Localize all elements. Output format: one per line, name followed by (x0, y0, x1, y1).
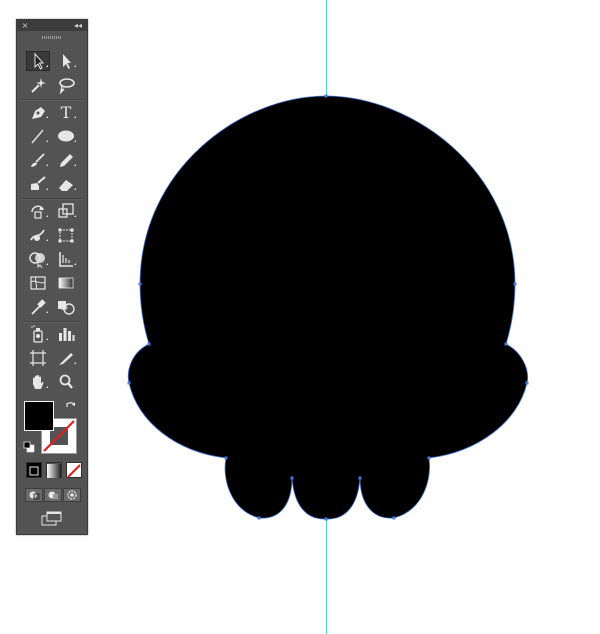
magic-wand-icon (31, 78, 46, 93)
tool-direct-selection[interactable] (54, 51, 78, 71)
tool-shape-builder[interactable] (26, 249, 50, 269)
tool-line-segment[interactable] (26, 126, 50, 146)
eraser-icon (59, 180, 76, 191)
rotate-icon (31, 205, 48, 219)
anchor-point (525, 381, 529, 385)
draw-normal-icon (29, 491, 40, 500)
panel-titlebar[interactable]: × ◂◂ (17, 20, 87, 31)
anchor-point (358, 476, 362, 480)
draw-inside-icon (67, 490, 77, 500)
anchor-point (324, 517, 328, 521)
blob-brush-icon (31, 176, 48, 190)
collapse-panel-button[interactable]: ◂◂ (72, 20, 84, 31)
gradient-icon (47, 464, 61, 478)
tool-hand[interactable] (26, 372, 50, 392)
draw-normal-button[interactable] (25, 488, 43, 502)
anchor-point (504, 342, 508, 346)
artwork[interactable] (0, 0, 600, 634)
draw-behind-icon (48, 491, 58, 499)
mesh-icon (30, 276, 46, 290)
jellyfish-shape[interactable] (127, 95, 529, 520)
anchor-point (138, 282, 142, 286)
anchor-point (324, 94, 328, 98)
tool-eyedropper[interactable] (26, 297, 50, 317)
selection-arrow-icon (34, 52, 48, 70)
anchor-point (257, 516, 261, 520)
pen-icon (32, 107, 48, 119)
tool-paintbrush[interactable] (26, 150, 50, 170)
tool-magic-wand[interactable] (26, 75, 50, 95)
blend-icon (58, 301, 75, 315)
anchor-point (392, 516, 396, 520)
tool-free-transform[interactable] (54, 225, 78, 245)
tool-blob-brush[interactable] (26, 174, 50, 194)
pencil-icon (60, 154, 76, 167)
eyedropper-icon (31, 299, 48, 315)
gradient-mode-button[interactable] (46, 462, 62, 478)
close-panel-button[interactable]: × (20, 20, 30, 31)
tool-rotate[interactable] (26, 201, 50, 221)
color-mode-button[interactable] (26, 462, 42, 478)
svg-text:T: T (61, 103, 72, 122)
scale-icon (58, 203, 76, 218)
anchor-point (147, 342, 151, 346)
tool-perspective-grid[interactable] (54, 249, 78, 269)
type-icon: T (61, 103, 76, 122)
swap-fill-stroke-icon[interactable] (65, 400, 77, 412)
tool-selection[interactable] (26, 51, 50, 71)
anchor-point (224, 456, 228, 460)
ellipse-icon (58, 130, 76, 142)
tool-type[interactable]: T (54, 102, 78, 122)
anchor-point (427, 456, 431, 460)
symbol-sprayer-icon (31, 325, 48, 343)
tool-pen[interactable] (26, 102, 50, 122)
artboard-canvas[interactable] (0, 0, 600, 634)
draw-behind-button[interactable] (44, 488, 62, 502)
default-colors-icon[interactable] (23, 441, 35, 453)
tool-gradient[interactable] (54, 273, 78, 293)
tool-eraser[interactable] (54, 174, 78, 194)
fill-swatch[interactable] (24, 401, 54, 431)
artboard-icon (30, 350, 46, 366)
tool-pencil[interactable] (54, 150, 78, 170)
gradient-icon (58, 277, 74, 289)
anchor-point (127, 381, 131, 385)
tools-panel: × ◂◂ T (16, 19, 88, 535)
anchor-point (290, 476, 294, 480)
tool-ellipse[interactable] (54, 126, 78, 146)
free-transform-icon (58, 228, 74, 243)
tool-mesh[interactable] (26, 273, 50, 293)
slice-icon (59, 353, 76, 365)
perspective-grid-icon (59, 252, 76, 267)
none-icon (67, 464, 81, 478)
anchor-point (513, 282, 517, 286)
none-mode-button[interactable] (66, 462, 82, 478)
tool-column-graph[interactable] (54, 324, 78, 344)
tool-slice[interactable] (54, 348, 78, 368)
tool-blend[interactable] (54, 297, 78, 317)
panel-grip[interactable] (42, 36, 62, 39)
shape-builder-icon (29, 252, 48, 269)
tool-symbol-sprayer[interactable] (26, 324, 50, 344)
line-segment-icon (31, 129, 48, 144)
tool-zoom[interactable] (54, 372, 78, 392)
direct-selection-arrow-icon (63, 54, 76, 69)
tool-artboard[interactable] (26, 348, 50, 368)
color-icon (29, 466, 39, 476)
column-graph-icon (59, 328, 75, 341)
change-screen-mode-icon[interactable] (39, 509, 65, 527)
zoom-icon (59, 374, 73, 389)
tool-scale[interactable] (54, 201, 78, 221)
tool-warp[interactable] (26, 225, 50, 245)
lasso-icon (59, 78, 75, 95)
warp-icon (30, 229, 48, 241)
hand-icon (33, 375, 48, 389)
paintbrush-icon (31, 153, 48, 167)
tool-lasso[interactable] (54, 75, 78, 95)
draw-inside-button[interactable] (63, 488, 81, 502)
